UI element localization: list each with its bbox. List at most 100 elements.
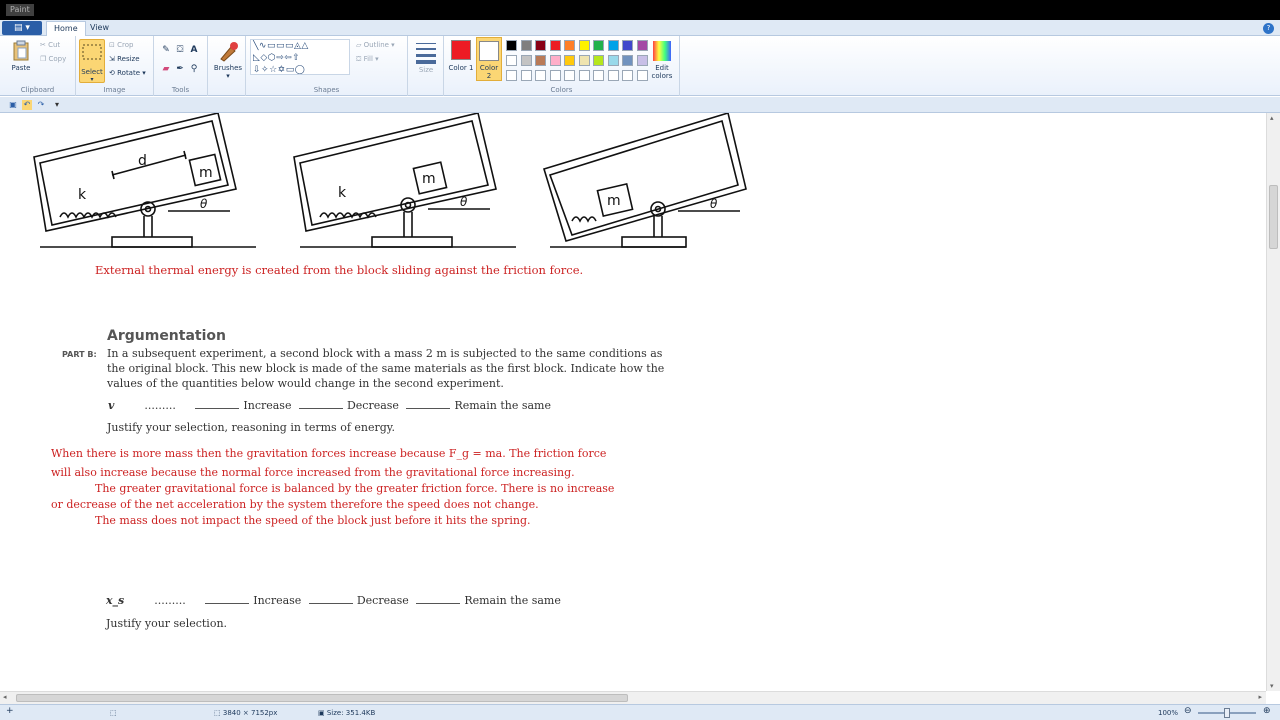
- brushes-button[interactable]: Brushes ▾: [212, 40, 244, 80]
- vertical-scroll-thumb[interactable]: [1269, 185, 1278, 249]
- palette-swatch[interactable]: [506, 40, 517, 51]
- ribbon-tab-bar: ▤ ▾ Home View ?: [0, 20, 1280, 36]
- incline-diagrams: k d m θ k m θ m θ: [33, 113, 747, 248]
- palette-swatch[interactable]: [578, 70, 590, 81]
- cut-button[interactable]: ✂ Cut: [40, 41, 60, 50]
- palette-swatch[interactable]: [535, 55, 546, 66]
- palette-swatch[interactable]: [607, 70, 619, 81]
- palette-swatch[interactable]: [549, 70, 561, 81]
- file-menu-button[interactable]: ▤ ▾: [2, 21, 42, 35]
- color-picker-icon[interactable]: ✒: [174, 63, 186, 75]
- palette-swatch[interactable]: [549, 40, 561, 51]
- chevron-down-icon: ▾: [226, 72, 230, 80]
- select-button[interactable]: Select ▾: [79, 39, 105, 83]
- undo-icon[interactable]: ↶: [22, 100, 32, 110]
- palette-swatch[interactable]: [520, 70, 532, 81]
- palette-swatch[interactable]: [535, 70, 546, 81]
- palette-swatch[interactable]: [520, 55, 532, 66]
- color1-swatch: [451, 40, 471, 60]
- crop-icon: ⊡: [109, 41, 115, 49]
- answer2-line-5: The mass does not impact the speed of th…: [95, 514, 531, 527]
- shapes-group: ╲∿▭▭▭◬△ ◺◇⬡⇨⇦⇧ ⇩✧☆✡▭◯ ▱ Outline ▾ ⛋ Fill ▾…: [246, 36, 408, 96]
- palette-swatch[interactable]: [506, 55, 517, 66]
- pencil-icon[interactable]: ✎: [160, 44, 172, 56]
- crop-button[interactable]: ⊡ Crop: [109, 41, 133, 50]
- color2-button[interactable]: Color 2: [476, 37, 502, 81]
- disk-icon: ▣: [318, 709, 325, 717]
- palette-swatch[interactable]: [578, 40, 590, 51]
- color1-button[interactable]: Color 1: [448, 38, 474, 72]
- title-bar: Paint: [0, 0, 1280, 20]
- palette-swatch[interactable]: [593, 40, 604, 51]
- answer2-line-2: will also increase because the normal fo…: [51, 466, 575, 479]
- tab-view[interactable]: View: [83, 21, 116, 36]
- copy-icon: ❐: [40, 55, 47, 63]
- copy-button[interactable]: ❐ Copy: [40, 55, 66, 64]
- palette-swatch[interactable]: [564, 70, 575, 81]
- edit-colors-button[interactable]: Edit colors: [648, 40, 676, 80]
- image-label: Image: [103, 86, 126, 94]
- resize-button[interactable]: ⇲ Resize: [109, 55, 140, 64]
- scroll-down-icon[interactable]: ▾: [1270, 682, 1274, 690]
- palette-swatch[interactable]: [622, 70, 633, 81]
- fill-button[interactable]: ⛋ Fill ▾: [356, 55, 379, 64]
- text-tool-icon[interactable]: A: [188, 44, 200, 56]
- fill-bucket-icon[interactable]: ⛋: [174, 44, 186, 56]
- zoom-in-icon[interactable]: ⊕: [1263, 706, 1271, 716]
- selection-size-icon: ⬚: [110, 709, 117, 717]
- palette-swatch[interactable]: [636, 70, 648, 81]
- palette-swatch[interactable]: [607, 55, 619, 66]
- palette-swatch[interactable]: [622, 40, 633, 51]
- mass-m-label-2: m: [422, 171, 436, 187]
- palette-swatch[interactable]: [564, 40, 575, 51]
- redo-icon[interactable]: ↷: [36, 100, 46, 110]
- palette-swatch[interactable]: [578, 55, 590, 66]
- drawing-canvas[interactable]: k d m θ k m θ m θ External thermal energ…: [0, 113, 1266, 691]
- palette-swatch[interactable]: [607, 40, 619, 51]
- outline-button[interactable]: ▱ Outline ▾: [356, 41, 395, 50]
- rotate-icon: ⟲: [109, 69, 115, 77]
- answer2-line-1: When there is more mass then the gravita…: [51, 447, 607, 460]
- color-wheel-icon: [653, 41, 671, 61]
- customize-dropdown-icon[interactable]: ▾: [52, 100, 62, 110]
- palette-swatch[interactable]: [535, 40, 546, 51]
- scroll-right-icon[interactable]: ▸: [1258, 693, 1262, 701]
- palette-swatch[interactable]: [549, 55, 561, 66]
- palette-swatch[interactable]: [636, 40, 648, 51]
- palette-swatch[interactable]: [506, 70, 517, 81]
- horizontal-scrollbar[interactable]: ◂ ▸: [0, 691, 1266, 704]
- size-group: Size: [408, 36, 444, 96]
- eraser-icon[interactable]: ▰: [160, 63, 172, 75]
- rotate-button[interactable]: ⟲ Rotate ▾: [109, 69, 146, 78]
- select-rectangle-icon: [82, 44, 102, 60]
- shapes-label: Shapes: [313, 86, 340, 94]
- size-button[interactable]: Size: [412, 40, 440, 74]
- part-b-label: PART B:: [62, 350, 97, 359]
- mass-m-label-1: m: [199, 165, 213, 181]
- zoom-slider-thumb[interactable]: [1224, 708, 1230, 718]
- horizontal-scroll-thumb[interactable]: [16, 694, 628, 702]
- palette-swatch[interactable]: [564, 55, 575, 66]
- question-xs-row: x_s......... Increase Decrease Remain th…: [106, 594, 561, 607]
- answer2-line-3: The greater gravitational force is balan…: [95, 482, 615, 495]
- help-icon[interactable]: ?: [1263, 23, 1274, 34]
- palette-swatch[interactable]: [520, 40, 532, 51]
- palette-swatch[interactable]: [622, 55, 633, 66]
- palette-swatch[interactable]: [636, 55, 648, 66]
- answer-thermal-energy: External thermal energy is created from …: [95, 263, 584, 277]
- mass-m-label-3: m: [607, 193, 621, 209]
- scroll-up-icon[interactable]: ▴: [1270, 114, 1274, 122]
- save-icon[interactable]: ▣: [8, 100, 18, 110]
- magnifier-icon[interactable]: ⚲: [188, 63, 200, 75]
- palette-swatch[interactable]: [593, 55, 604, 66]
- vertical-scrollbar[interactable]: ▴ ▾: [1266, 113, 1280, 691]
- outline-icon: ▱: [356, 41, 362, 49]
- zoom-out-icon[interactable]: ⊖: [1184, 706, 1192, 716]
- tab-home[interactable]: Home: [46, 21, 86, 36]
- scroll-left-icon[interactable]: ◂: [3, 693, 7, 701]
- clipboard-label: Clipboard: [20, 86, 55, 94]
- paste-button[interactable]: Paste: [8, 40, 34, 72]
- colors-group: Color 1 Color 2 Edit colors Colors: [444, 36, 680, 96]
- shapes-gallery[interactable]: ╲∿▭▭▭◬△ ◺◇⬡⇨⇦⇧ ⇩✧☆✡▭◯: [250, 39, 350, 75]
- palette-swatch[interactable]: [593, 70, 604, 81]
